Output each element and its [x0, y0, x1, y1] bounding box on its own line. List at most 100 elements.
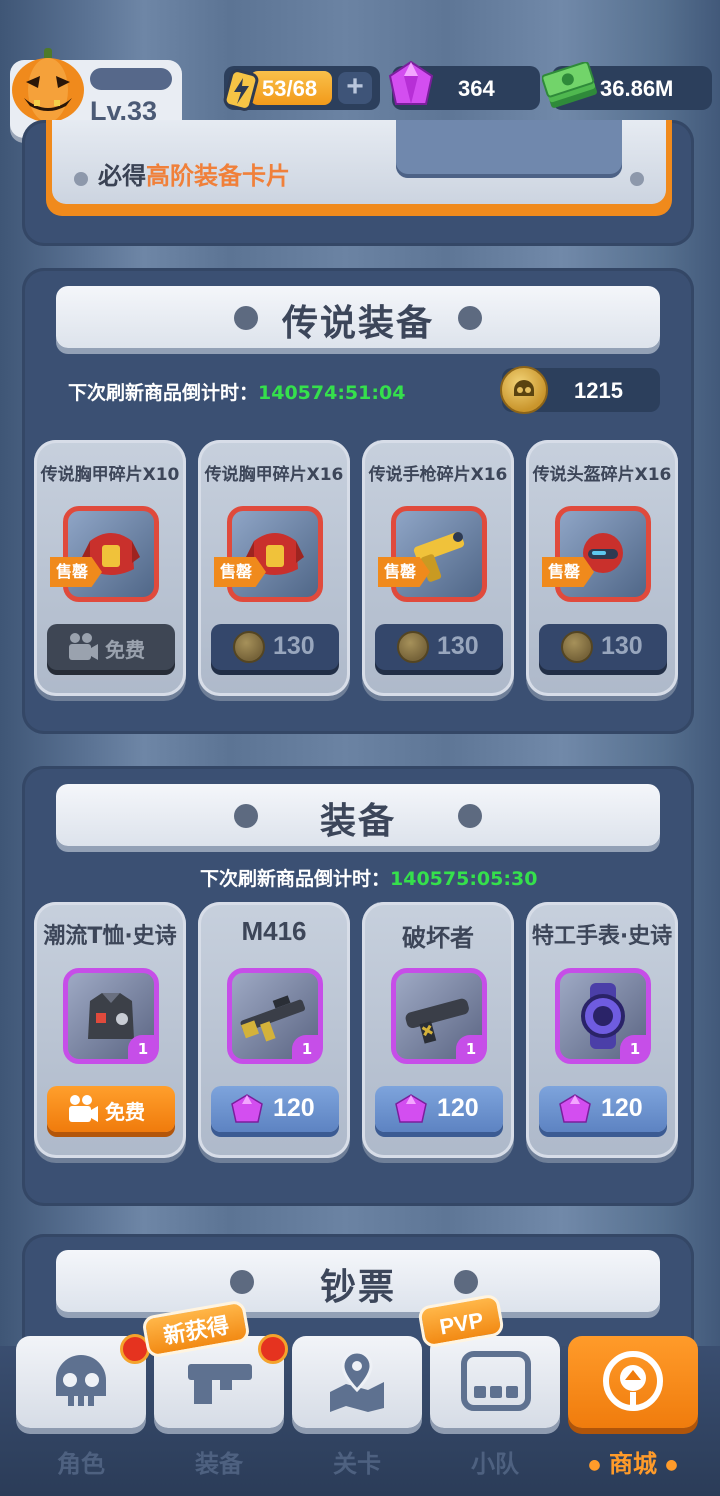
- watch-icon: 1: [555, 968, 651, 1064]
- legendary-item-card[interactable]: 传说胸甲碎片X10 售罄 免费: [34, 440, 186, 696]
- countdown-timer: 140574:51:04: [258, 382, 406, 404]
- banner-dot: [454, 1270, 478, 1294]
- shop-icon: [603, 1351, 663, 1411]
- pumpkin-avatar-icon: [8, 46, 88, 126]
- nav-label-character: 角色: [57, 1450, 105, 1478]
- item-name: M416: [241, 916, 307, 946]
- sold-out-tag: 售罄: [542, 557, 594, 587]
- nav-label-equipment: 装备: [195, 1450, 243, 1478]
- buy-coin-button[interactable]: 130: [375, 624, 503, 670]
- legendary-item-card[interactable]: 传说头盔碎片X16 售罄 130: [526, 440, 678, 696]
- equipment-item-card[interactable]: 潮流T恤·史诗 1 免费: [34, 902, 186, 1158]
- legendary-item-card[interactable]: 传说胸甲碎片X16 售罄 130: [198, 440, 350, 696]
- item-name: 特工手表·史诗: [531, 924, 673, 949]
- equipment-item-card[interactable]: 特工手表·史诗 1 120: [526, 902, 678, 1158]
- free-label: 免费: [105, 638, 145, 662]
- gem-counter[interactable]: 364: [388, 60, 540, 110]
- promo-card[interactable]: 必得高阶装备卡片: [46, 120, 672, 216]
- skull-icon: [56, 1355, 106, 1406]
- skull-coin-icon: [397, 631, 429, 663]
- banknote-title: 钞票: [319, 1267, 396, 1308]
- gem-value: 364: [458, 76, 495, 101]
- skull-coin-icon: [500, 366, 548, 414]
- level-progress-bar: [90, 68, 172, 90]
- buy-gem-button[interactable]: 120: [539, 1086, 667, 1132]
- add-energy-button[interactable]: +: [338, 72, 372, 104]
- nav-tab-squad[interactable]: [430, 1336, 560, 1428]
- free-video-button[interactable]: 免费: [47, 1086, 175, 1132]
- price-label: 120: [437, 1094, 479, 1122]
- skull-coin-icon: [561, 631, 593, 663]
- legendary-title: 传说装备: [281, 303, 434, 344]
- promo-rivet: [74, 172, 88, 186]
- countdown-timer: 140575:05:30: [390, 868, 538, 890]
- sold-out-tag: 售罄: [214, 557, 266, 587]
- equipment-countdown: 下次刷新商品倒计时：140575:05:30: [200, 864, 537, 891]
- promo-panel: 必得高阶装备卡片: [22, 120, 694, 246]
- nav-tab-shop[interactable]: [568, 1336, 698, 1428]
- red-armor-icon: 售罄: [50, 506, 159, 602]
- squad-icon: [461, 1351, 531, 1411]
- gem-icon: [559, 1094, 591, 1123]
- item-name: 传说头盔碎片X16: [532, 465, 672, 485]
- buy-coin-button[interactable]: 130: [211, 624, 339, 670]
- video-camera-icon: [69, 633, 98, 660]
- shop-label-text: 商城: [609, 1450, 657, 1478]
- buy-coin-button[interactable]: 130: [539, 624, 667, 670]
- nav-label-stage: 关卡: [333, 1450, 381, 1478]
- video-camera-icon: [69, 1095, 98, 1122]
- item-name: 传说手枪碎片X16: [368, 465, 508, 485]
- gem-icon: [231, 1094, 263, 1123]
- red-helmet-icon: 售罄: [542, 506, 651, 602]
- cash-value: 36.86M: [600, 76, 674, 101]
- price-label: 130: [437, 632, 479, 660]
- buy-gem-button[interactable]: 120: [375, 1086, 503, 1132]
- legend-coin-value: 1215: [574, 378, 623, 403]
- item-count-badge: 1: [292, 1035, 322, 1063]
- battery-icon: [223, 69, 259, 111]
- item-name: 破坏者: [402, 924, 474, 952]
- promo-rivet: [630, 172, 644, 186]
- item-name: 潮流T恤·史诗: [43, 924, 177, 949]
- shotgun-icon: 1: [391, 968, 487, 1064]
- gun-icon: [188, 1364, 252, 1404]
- energy-value: 53/68: [262, 76, 318, 101]
- gem-icon: [395, 1094, 427, 1123]
- energy-counter[interactable]: 53/68 +: [223, 66, 380, 111]
- banner-dot: [458, 804, 482, 828]
- legendary-countdown: 下次刷新商品倒计时：140574:51:04: [68, 378, 405, 405]
- countdown-label: 下次刷新商品倒计时：: [68, 382, 259, 404]
- free-label: 免费: [105, 1100, 145, 1124]
- price-label: 130: [601, 632, 643, 660]
- item-count-badge: 1: [620, 1035, 650, 1063]
- equipment-title: 装备: [319, 801, 396, 842]
- cash-counter[interactable]: 36.86M: [542, 62, 712, 110]
- sold-out-tag: 售罄: [50, 557, 102, 587]
- nav-tab-stage[interactable]: [292, 1336, 422, 1428]
- item-count-badge: 1: [128, 1035, 158, 1063]
- tshirt-icon: 1: [63, 968, 159, 1064]
- banknote-title-banner: 钞票: [56, 1250, 660, 1312]
- item-name: 传说胸甲碎片X16: [204, 465, 344, 485]
- sold-out-tag: 售罄: [378, 557, 430, 587]
- price-label: 120: [273, 1094, 315, 1122]
- nav-label-shop: ● 商城 ●: [588, 1450, 678, 1478]
- red-armor-icon: 售罄: [214, 506, 323, 602]
- golden-pistol-icon: 售罄: [378, 506, 487, 602]
- nav-label-squad: 小队: [471, 1450, 519, 1478]
- gem-icon: [388, 60, 434, 105]
- banner-dot: [458, 306, 482, 330]
- cash-stack-icon: [542, 62, 597, 108]
- legendary-item-card[interactable]: 传说手枪碎片X16 售罄 130: [362, 440, 514, 696]
- item-name: 传说胸甲碎片X10: [40, 465, 180, 485]
- rifle-icon: 1: [227, 968, 323, 1064]
- buy-gem-button[interactable]: 120: [211, 1086, 339, 1132]
- equipment-item-card[interactable]: M416 1 120: [198, 902, 350, 1158]
- equipment-item-card[interactable]: 破坏者 1 120: [362, 902, 514, 1158]
- notification-dot: [258, 1334, 288, 1364]
- price-label: 130: [273, 632, 315, 660]
- legend-coin-counter[interactable]: 1215: [500, 366, 660, 414]
- free-video-button[interactable]: 免费: [47, 624, 175, 670]
- skull-coin-icon: [233, 631, 265, 663]
- countdown-label: 下次刷新商品倒计时：: [200, 868, 391, 890]
